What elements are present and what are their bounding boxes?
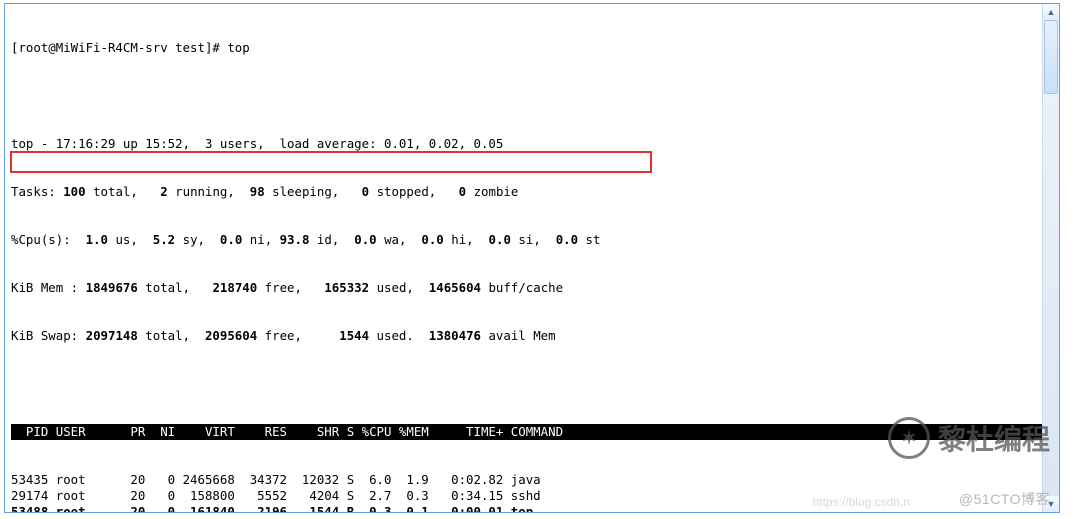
top-summary-tasks: Tasks: 100 total, 2 running, 98 sleeping…	[11, 184, 1043, 200]
blank-line	[11, 376, 1043, 392]
process-row[interactable]: 53435 root 20 0 2465668 34372 12032 S 6.…	[11, 472, 1043, 488]
process-table-header[interactable]: PID USER PR NI VIRT RES SHR S %CPU %MEM …	[11, 424, 1043, 440]
scroll-up-arrow-icon[interactable]: ▲	[1043, 4, 1059, 20]
vertical-scrollbar[interactable]: ▲ ▼	[1042, 4, 1059, 512]
scrollbar-thumb[interactable]	[1044, 20, 1058, 94]
scroll-down-arrow-icon[interactable]: ▼	[1043, 496, 1059, 512]
process-row[interactable]: 53488 root 20 0 161840 2196 1544 R 0.3 0…	[11, 504, 1043, 512]
process-row[interactable]: 29174 root 20 0 158800 5552 4204 S 2.7 0…	[11, 488, 1043, 504]
top-summary-uptime: top - 17:16:29 up 15:52, 3 users, load a…	[11, 136, 1043, 152]
terminal-viewport[interactable]: [root@MiWiFi-R4CM-srv test]# top top - 1…	[5, 4, 1043, 512]
top-summary-mem: KiB Mem : 1849676 total, 218740 free, 16…	[11, 280, 1043, 296]
process-table-body: 53435 root 20 0 2465668 34372 12032 S 6.…	[11, 472, 1043, 512]
scrollbar-track[interactable]	[1043, 20, 1059, 496]
blank-line	[11, 88, 1043, 104]
top-summary-swap: KiB Swap: 2097148 total, 2095604 free, 1…	[11, 328, 1043, 344]
prompt-text: [root@MiWiFi-R4CM-srv test]# top	[11, 40, 250, 55]
top-summary-cpu: %Cpu(s): 1.0 us, 5.2 sy, 0.0 ni, 93.8 id…	[11, 232, 1043, 248]
shell-prompt-line: [root@MiWiFi-R4CM-srv test]# top	[11, 40, 1043, 56]
terminal-frame: [root@MiWiFi-R4CM-srv test]# top top - 1…	[4, 3, 1060, 513]
